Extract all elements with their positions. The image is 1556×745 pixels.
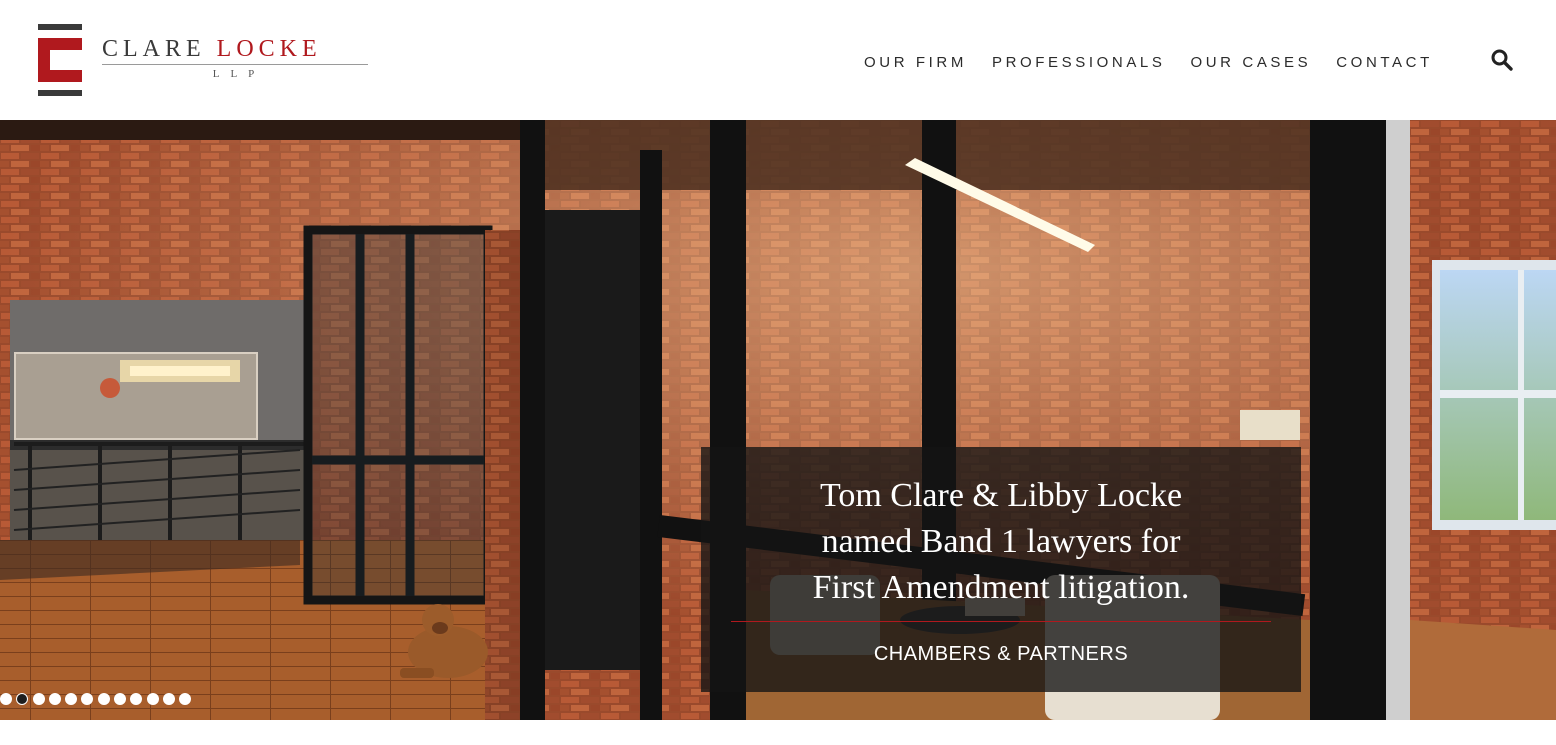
logo-mark-icon	[38, 24, 82, 96]
slide-headline-line-3: First Amendment litigation.	[812, 569, 1190, 606]
slider-dot[interactable]	[0, 693, 12, 705]
slider-dot[interactable]	[130, 693, 143, 705]
logo-name: CLARE LOCKE	[102, 36, 368, 62]
slider-dot[interactable]	[81, 693, 94, 705]
logo-wordmark: CLARE LOCKE LLP	[102, 36, 368, 80]
slider-dot[interactable]	[32, 693, 45, 705]
site-header: CLARE LOCKE LLP OUR FIRM PROFESSIONALS O…	[0, 0, 1556, 120]
slide-headline: Tom Clare & Libby Locke named Band 1 law…	[701, 473, 1301, 611]
slider-dot[interactable]	[65, 693, 78, 705]
slider-dot[interactable]	[146, 693, 159, 705]
slider-dot[interactable]	[16, 693, 29, 705]
logo[interactable]: CLARE LOCKE LLP	[38, 24, 378, 98]
search-icon	[1491, 49, 1513, 71]
slider-dot[interactable]	[97, 693, 110, 705]
nav-professionals[interactable]: PROFESSIONALS	[992, 54, 1166, 71]
slide-caption: Tom Clare & Libby Locke named Band 1 law…	[701, 447, 1301, 692]
hero-slider: Tom Clare & Libby Locke named Band 1 law…	[0, 120, 1556, 720]
nav-our-firm[interactable]: OUR FIRM	[864, 54, 967, 71]
nav-our-cases[interactable]: OUR CASES	[1190, 54, 1311, 71]
logo-suffix: LLP	[212, 68, 266, 80]
main-nav: OUR FIRM PROFESSIONALS OUR CASES CONTACT	[864, 51, 1458, 73]
search-button[interactable]	[1490, 48, 1514, 72]
slider-dot[interactable]	[179, 693, 192, 705]
slider-dot[interactable]	[162, 693, 175, 705]
slide-headline-line-1: Tom Clare & Libby Locke	[819, 477, 1183, 514]
logo-divider	[102, 64, 368, 65]
slide-headline-line-2: named Band 1 lawyers for	[821, 523, 1181, 560]
slider-pagination	[0, 693, 196, 705]
page-bottom	[0, 720, 1556, 745]
slide-source: CHAMBERS & PARTNERS	[873, 643, 1129, 665]
slider-dot[interactable]	[48, 693, 61, 705]
caption-divider	[731, 621, 1271, 622]
slider-dot[interactable]	[114, 693, 127, 705]
logo-name-clare: CLARE	[102, 36, 206, 62]
logo-name-locke: LOCKE	[216, 36, 322, 62]
nav-contact[interactable]: CONTACT	[1336, 54, 1433, 71]
